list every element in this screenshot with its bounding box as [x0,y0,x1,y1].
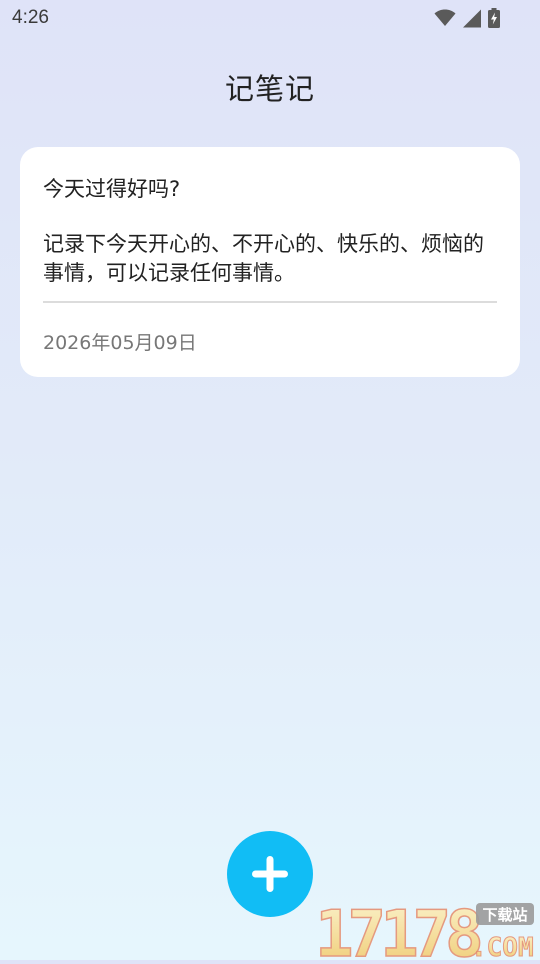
status-bar: 4:26 [0,0,540,36]
note-card[interactable]: 今天过得好吗? 记录下今天开心的、不开心的、快乐的、烦恼的事情，可以记录任何事情… [20,147,520,377]
note-divider [43,301,497,303]
add-note-button[interactable] [227,831,313,917]
watermark-badge: 下载站 [482,906,527,924]
battery-charging-icon [488,8,500,28]
watermark-logo: 17178 下载站 .COM [313,897,538,964]
note-date: 2026年05月09日 [43,332,197,354]
watermark-suffix: .COM [471,933,534,960]
wifi-icon [434,9,456,27]
plus-icon [252,856,288,892]
signal-icon [462,9,482,28]
status-icons [434,8,500,28]
note-title: 今天过得好吗? [43,177,181,201]
note-body: 记录下今天开心的、不开心的、快乐的、烦恼的事情，可以记录任何事情。 [43,232,484,285]
status-time: 4:26 [12,7,49,28]
page-title: 记笔记 [224,72,315,106]
watermark-number: 17178 [315,898,480,960]
